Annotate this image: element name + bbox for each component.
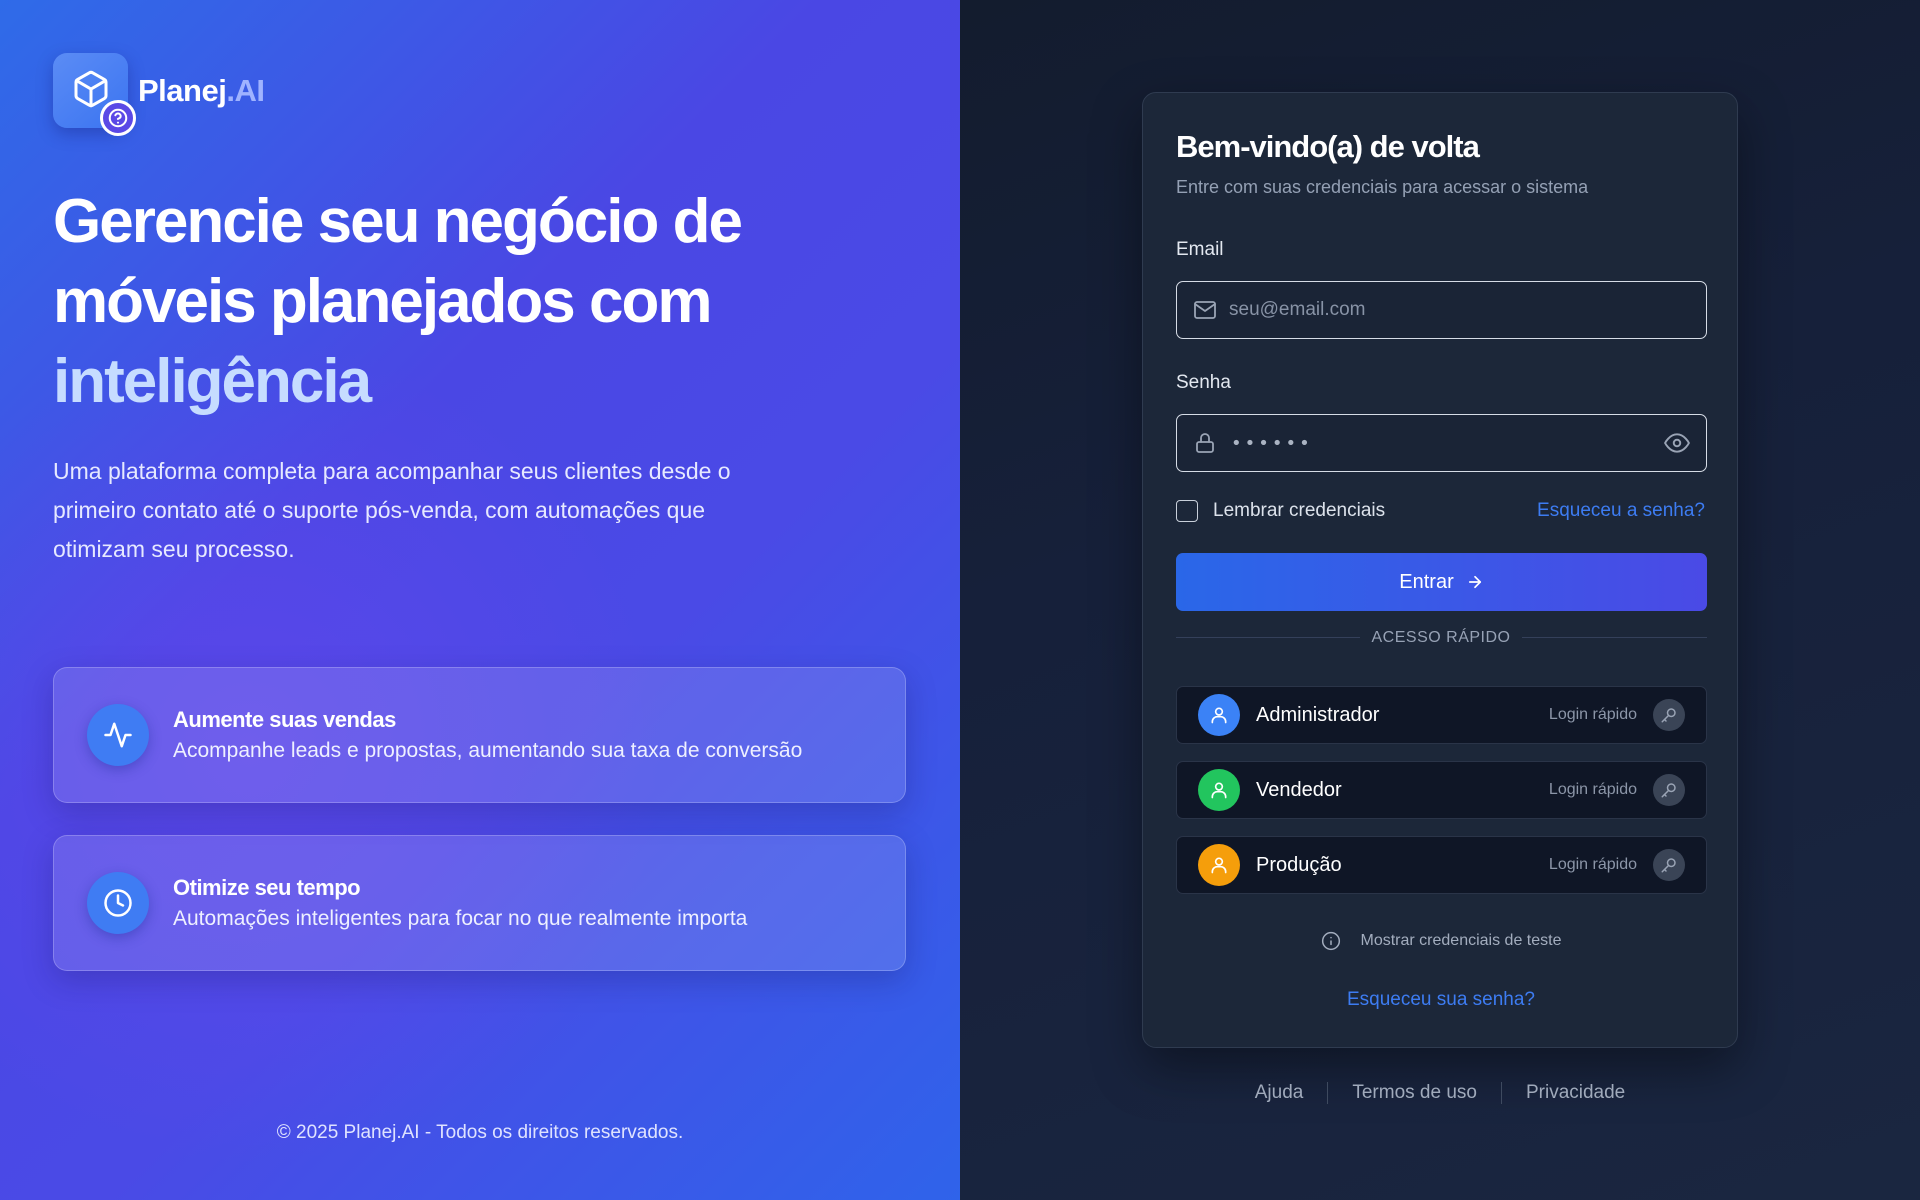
remember-label: Lembrar credenciais (1213, 500, 1386, 521)
quick-login-name: Produção (1256, 853, 1342, 876)
brand-suffix: .AI (226, 72, 265, 108)
login-subtitle: Entre com suas credenciais para acessar … (1176, 177, 1589, 197)
email-field-wrapper[interactable] (1176, 281, 1707, 339)
headline-line-1: Gerencie seu negócio de (53, 187, 743, 256)
forgot-password-bottom-link[interactable]: Esqueceu sua senha? (1347, 989, 1535, 1010)
email-field[interactable] (1229, 299, 1706, 321)
key-icon[interactable] (1653, 699, 1685, 731)
quick-login-hint: Login rápido (1548, 856, 1637, 873)
key-icon[interactable] (1653, 774, 1685, 806)
headline-highlight: inteligência (53, 347, 372, 416)
help-circle-icon (100, 100, 136, 136)
logo (53, 53, 136, 136)
quick-login-seller[interactable]: Vendedor Login rápido (1176, 761, 1707, 819)
info-icon (1321, 931, 1341, 951)
brand-name: Planej.AI (138, 72, 265, 108)
feature-title: Otimize seu tempo (173, 875, 361, 900)
feature-card-sales: Aumente suas vendas Acompanhe leads e pr… (53, 667, 906, 803)
forgot-password-bottom: Esqueceu sua senha? (1143, 989, 1739, 1011)
footer-link-privacy[interactable]: Privacidade (1526, 1082, 1625, 1104)
footer-link-help[interactable]: Ajuda (1255, 1082, 1304, 1104)
footer-links: Ajuda Termos de uso Privacidade (1142, 1082, 1738, 1104)
user-icon (1198, 694, 1240, 736)
feature-description: Automações inteligentes para focar no qu… (173, 907, 748, 930)
quick-login-name: Vendedor (1256, 778, 1342, 801)
quick-login-production[interactable]: Produção Login rápido (1176, 836, 1707, 894)
login-button[interactable]: Entrar (1176, 553, 1707, 611)
eye-icon[interactable] (1664, 430, 1690, 456)
password-label: Senha (1176, 372, 1231, 393)
quick-access-label: ACESSO RÁPIDO (1359, 629, 1523, 646)
lock-icon (1193, 431, 1217, 455)
footer-separator (1327, 1082, 1329, 1104)
password-field[interactable]: •••••• (1231, 433, 1664, 454)
quick-login-hint: Login rápido (1548, 781, 1637, 798)
quick-login-admin[interactable]: Administrador Login rápido (1176, 686, 1707, 744)
remember-checkbox-row[interactable]: Lembrar credenciais (1176, 500, 1385, 522)
footer-link-terms[interactable]: Termos de uso (1352, 1082, 1477, 1104)
mail-icon (1193, 298, 1217, 322)
quick-access-divider: ACESSO RÁPIDO (1143, 627, 1739, 647)
user-icon (1198, 769, 1240, 811)
copyright: © 2025 Planej.AI - Todos os direitos res… (276, 1122, 684, 1143)
login-button-label: Entrar (1399, 570, 1454, 593)
remember-checkbox[interactable] (1176, 500, 1198, 522)
hero-subtitle: Uma plataforma completa para acompanhar … (53, 458, 731, 562)
feature-description: Acompanhe leads e propostas, aumentando … (173, 739, 803, 762)
login-card: Bem-vindo(a) de volta Entre com suas cre… (1142, 92, 1738, 1048)
show-credentials-toggle[interactable]: Mostrar credenciais de teste (1143, 931, 1739, 951)
headline-line-2: móveis planejados com (53, 267, 712, 336)
activity-icon (87, 704, 149, 766)
hero-headline: Gerencie seu negócio de móveis planejado… (53, 182, 813, 422)
show-credentials-label: Mostrar credenciais de teste (1360, 932, 1562, 949)
forgot-password-link[interactable]: Esqueceu a senha? (1537, 500, 1705, 522)
quick-login-hint: Login rápido (1548, 706, 1637, 723)
user-icon (1198, 844, 1240, 886)
footer-separator (1500, 1082, 1502, 1104)
arrow-right-icon (1466, 573, 1484, 591)
login-title: Bem-vindo(a) de volta (1176, 129, 1480, 164)
email-label: Email (1176, 239, 1224, 260)
brand[interactable]: Planej.AI (53, 53, 265, 136)
hero-panel: Planej.AI Gerencie seu negócio de móveis… (0, 0, 960, 1200)
feature-card-time: Otimize seu tempo Automações inteligente… (53, 835, 906, 971)
password-field-wrapper[interactable]: •••••• (1176, 414, 1707, 472)
feature-title: Aumente suas vendas (173, 707, 396, 732)
key-icon[interactable] (1653, 849, 1685, 881)
clock-icon (87, 872, 149, 934)
login-panel: Bem-vindo(a) de volta Entre com suas cre… (960, 0, 1920, 1200)
quick-login-name: Administrador (1256, 703, 1380, 726)
